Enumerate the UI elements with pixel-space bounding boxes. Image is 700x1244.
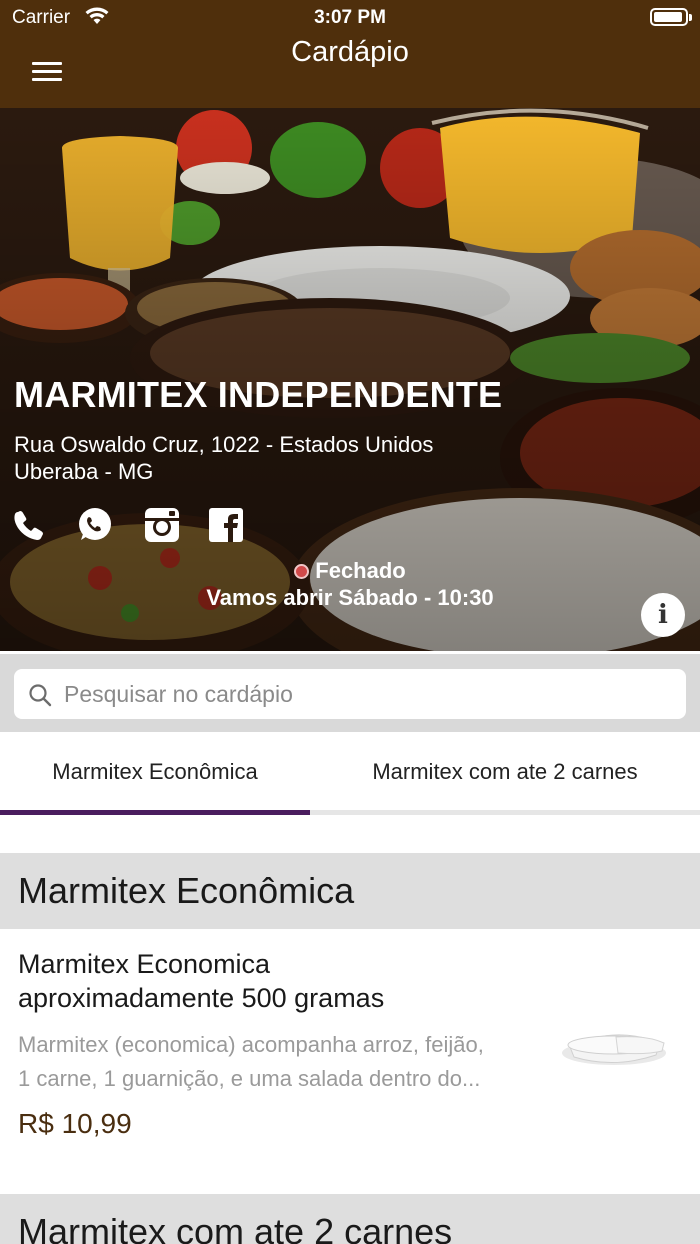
address-line-2: Uberaba - MG xyxy=(14,459,154,484)
item-description-line-2: 1 carne, 1 guarnição, e uma salada dentr… xyxy=(18,1066,481,1091)
search-box[interactable] xyxy=(14,669,686,719)
section-title: Marmitex Econômica xyxy=(18,870,355,911)
search-icon xyxy=(29,684,52,707)
active-tab-indicator xyxy=(0,810,310,815)
clock-time: 3:07 PM xyxy=(314,7,386,28)
address-line-1: Rua Oswaldo Cruz, 1022 - Estados Unidos xyxy=(14,432,434,457)
status-bar: Carrier 3:07 PM xyxy=(0,0,700,36)
section-title: Marmitex com ate 2 carnes xyxy=(18,1211,453,1244)
menu-item[interactable]: Marmitex Economica aproximadamente 500 g… xyxy=(0,929,700,1194)
opening-time: Vamos abrir Sábado - 10:30 xyxy=(206,585,494,610)
item-description-line-1: Marmitex (economica) acompanha arroz, fe… xyxy=(18,1032,484,1057)
restaurant-banner: MARMITEX INDEPENDENTE Rua Oswaldo Cruz, … xyxy=(0,108,700,651)
search-input[interactable] xyxy=(64,669,664,719)
item-container-image xyxy=(562,1034,666,1065)
item-price: R$ 10,99 xyxy=(18,1108,132,1139)
item-title-line-2: aproximadamente 500 gramas xyxy=(18,983,385,1013)
item-title-line-1: Marmitex Economica xyxy=(18,949,271,979)
search-bar-container xyxy=(0,654,700,732)
info-button[interactable]: i xyxy=(641,593,685,637)
instagram-icon[interactable] xyxy=(143,506,181,544)
whatsapp-icon[interactable] xyxy=(75,506,113,544)
hamburger-menu-icon[interactable] xyxy=(30,60,64,84)
navigation-bar: Carrier 3:07 PM Cardápio xyxy=(0,0,700,108)
section-header: Marmitex com ate 2 carnes xyxy=(0,1194,700,1244)
facebook-icon[interactable] xyxy=(207,506,245,544)
section-header: Marmitex Econômica xyxy=(0,853,700,929)
closed-status-dot xyxy=(294,564,310,579)
battery-icon xyxy=(650,8,692,26)
restaurant-name: MARMITEX INDEPENDENTE xyxy=(14,374,503,415)
category-tabs: Marmitex Econômica Marmitex com ate 2 ca… xyxy=(0,732,700,816)
open-status-label: Fechado xyxy=(315,558,406,583)
phone-icon[interactable] xyxy=(10,506,48,544)
tab-marmitex-economica[interactable]: Marmitex Econômica xyxy=(0,732,310,812)
open-status: Fechado xyxy=(0,558,700,584)
page-title: Cardápio xyxy=(291,36,409,68)
tab-marmitex-com-ate-2-carnes[interactable]: Marmitex com ate 2 carnes xyxy=(310,732,700,812)
